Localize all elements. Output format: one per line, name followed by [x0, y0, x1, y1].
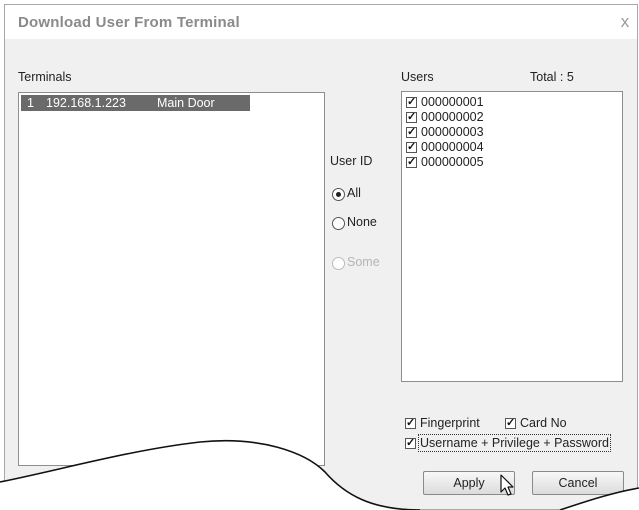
mouse-pointer-icon	[500, 474, 514, 496]
torn-edge-overlay	[0, 439, 639, 510]
